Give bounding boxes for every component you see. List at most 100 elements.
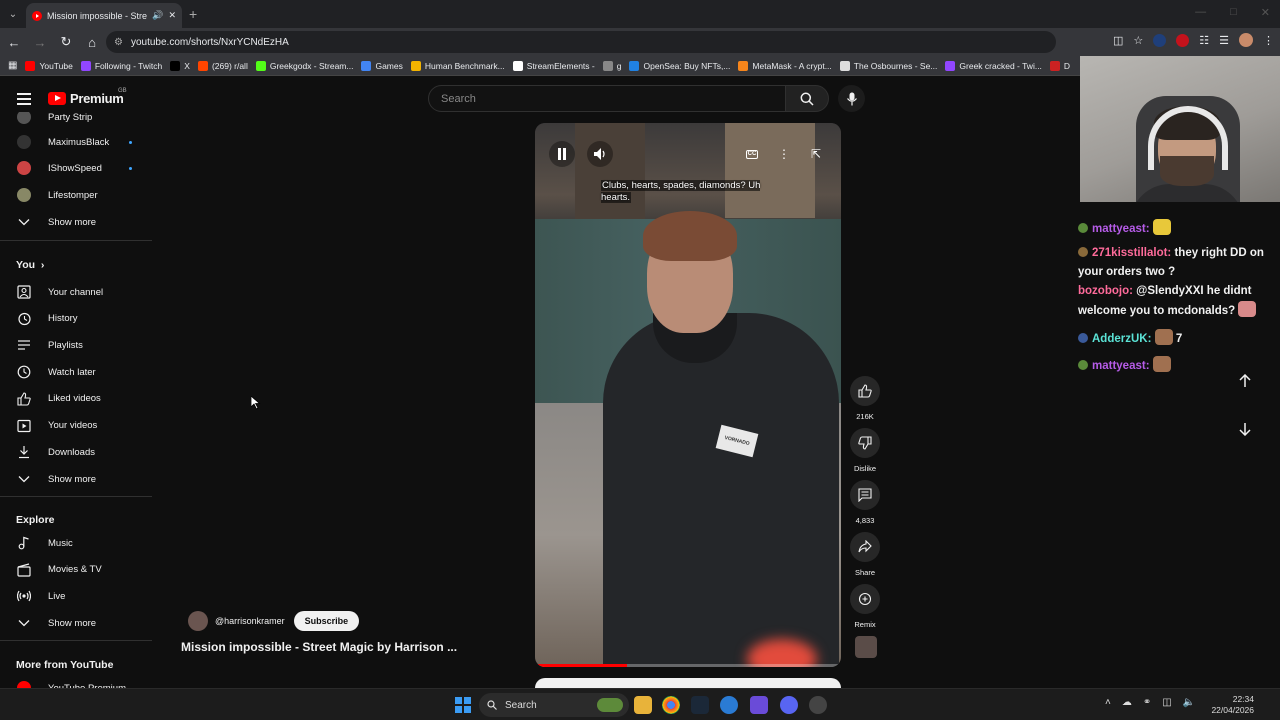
sidebar-subscription-item[interactable]: Lifestomper <box>0 182 152 208</box>
close-tab-icon[interactable]: ✕ <box>168 10 176 21</box>
bookmark-item[interactable]: OpenSea: Buy NFTs,... <box>629 60 730 71</box>
remix-button[interactable]: Remix <box>848 584 882 629</box>
taskbar-search[interactable]: Search <box>479 693 629 717</box>
extensions-puzzle-icon[interactable]: ☷ <box>1199 34 1209 47</box>
tab-search-chevron-icon[interactable]: ⌄ <box>0 0 26 28</box>
install-app-icon[interactable]: ◫ <box>1113 34 1123 47</box>
app-settings-icon[interactable] <box>809 696 827 714</box>
sidebar-subscription-item[interactable]: IShowSpeed <box>0 155 152 181</box>
reload-icon[interactable]: ↻ <box>54 30 78 54</box>
bookmark-item[interactable]: Greek cracked - Twi... <box>945 60 1042 71</box>
dislike-button[interactable]: Dislike <box>848 428 882 473</box>
guide-menu-icon[interactable] <box>17 93 31 105</box>
sidebar-item-label: MaximusBlack <box>48 136 110 148</box>
bookmark-item[interactable]: StreamElements - <box>512 60 595 71</box>
next-short-preview[interactable] <box>535 678 841 688</box>
network-icon[interactable]: ◫ <box>1162 697 1171 708</box>
sidebar-show-more[interactable]: Show more <box>0 209 152 235</box>
tray-volume-icon[interactable]: 🔈 <box>1183 697 1195 708</box>
channel-avatar[interactable] <box>188 611 208 631</box>
back-arrow-icon[interactable]: ← <box>2 30 26 54</box>
bookmark-item[interactable]: Following - Twitch <box>80 60 162 71</box>
profile-avatar[interactable] <box>1239 33 1253 47</box>
next-short-button[interactable] <box>1232 416 1258 442</box>
sidebar-item-downloads[interactable]: Downloads <box>0 439 152 465</box>
bookmark-item[interactable]: YouTube <box>25 60 73 71</box>
extension-bluetooth-icon[interactable] <box>1153 33 1167 47</box>
bookmark-star-icon[interactable]: ☆ <box>1133 34 1143 47</box>
chevron-right-icon: › <box>35 259 45 271</box>
home-icon[interactable]: ⌂ <box>80 30 104 54</box>
bookmark-item[interactable]: D <box>1049 60 1070 71</box>
bookmark-item[interactable]: g <box>602 60 621 71</box>
forward-arrow-icon[interactable]: → <box>28 30 52 54</box>
bookmark-label: Human Benchmark... <box>424 60 505 71</box>
address-bar[interactable]: ⚙ youtube.com/shorts/NxrYCNdEzHA <box>106 31 1056 53</box>
close-window-icon[interactable]: ✕ <box>1261 6 1270 19</box>
comments-button[interactable]: 4,833 <box>848 480 882 525</box>
bookmark-item[interactable]: Games <box>361 60 403 71</box>
bookmark-item[interactable]: X <box>170 60 190 71</box>
sidebar-subscription-item[interactable]: MaximusBlack <box>0 129 152 155</box>
sidebar-you-heading[interactable]: You › <box>16 259 44 271</box>
sidebar-item-youtube-premium[interactable]: YouTube Premium <box>0 675 152 688</box>
sidebar-item-playlists[interactable]: Playlists <box>0 332 152 358</box>
browser-menu-icon[interactable]: ⋮ <box>1263 34 1274 47</box>
pause-button[interactable] <box>549 141 575 167</box>
mute-button[interactable] <box>587 141 613 167</box>
speaker-icon[interactable]: 🔊 <box>152 10 163 21</box>
bookmark-item[interactable]: (269) r/all <box>197 60 248 71</box>
discord-icon[interactable] <box>780 696 798 714</box>
sidebar-item-your-channel[interactable]: Your channel <box>0 279 152 305</box>
youtube-premium-logo[interactable]: Premium GB <box>48 88 127 106</box>
bookmark-item[interactable]: Greekgodx - Stream... <box>255 60 353 71</box>
tray-chevron-up-icon[interactable]: ˄ <box>1105 697 1111 708</box>
app-c-icon[interactable] <box>720 696 738 714</box>
file-explorer-icon[interactable] <box>634 696 652 714</box>
bookmark-item[interactable]: MetaMask - A crypt... <box>738 60 832 71</box>
sidebar-item-liked-videos[interactable]: Liked videos <box>0 386 152 412</box>
previous-short-button[interactable] <box>1232 368 1258 394</box>
bookmark-item[interactable]: The Osbournes - Se... <box>839 60 937 71</box>
new-tab-plus-icon[interactable]: + <box>189 6 197 22</box>
fullscreen-icon[interactable]: ⇱ <box>805 141 827 167</box>
sidebar-item-movies-tv[interactable]: Movies & TV <box>0 557 152 583</box>
site-info-icon[interactable]: ⚙ <box>114 37 123 48</box>
sidebar-item-your-videos[interactable]: Your videos <box>0 413 152 439</box>
short-title[interactable]: Mission impossible - Street Magic by Har… <box>181 640 481 654</box>
search-button[interactable] <box>785 85 829 112</box>
like-button[interactable]: 216K <box>848 376 882 421</box>
onedrive-cloud-icon[interactable]: ☁ <box>1122 697 1132 708</box>
channel-thumbnail[interactable] <box>855 636 877 658</box>
sidebar-item-music[interactable]: Music <box>0 530 152 556</box>
sidebar-subscription-item[interactable]: Party Strip <box>0 112 152 130</box>
video-progress-bar[interactable] <box>535 664 841 667</box>
tray-mic-icon[interactable]: ⚭ <box>1143 697 1151 708</box>
sidebar-item-watch-later[interactable]: Watch later <box>0 359 152 385</box>
app-grid-icon[interactable] <box>750 696 768 714</box>
more-options-icon[interactable]: ⋮ <box>773 141 795 167</box>
steam-icon[interactable] <box>691 696 709 714</box>
captions-button[interactable]: CC <box>741 141 763 167</box>
browser-tab-active[interactable]: Mission impossible - Street 🔊 ✕ <box>26 3 182 28</box>
maximize-icon[interactable]: □ <box>1230 6 1237 19</box>
tab-list-icon[interactable]: ☰ <box>1219 34 1229 47</box>
shorts-video-player[interactable]: VORNADO CC ⋮ ⇱ Clubs, hearts, spades, di… <box>535 123 841 667</box>
channel-handle[interactable]: @harrisonkramer <box>215 616 285 626</box>
taskbar-clock[interactable]: 22:34 22/04/2026 <box>1208 694 1254 716</box>
toolbar-actions: ◫ ☆ ☷ ☰ ⋮ <box>1113 33 1274 47</box>
sidebar-show-more[interactable]: Show more <box>0 466 152 492</box>
search-input[interactable]: Search <box>428 85 786 112</box>
subscribe-button[interactable]: Subscribe <box>293 611 360 631</box>
sidebar-item-history[interactable]: History <box>0 306 152 332</box>
extension-record-icon[interactable] <box>1176 33 1190 47</box>
bookmark-item[interactable]: Human Benchmark... <box>410 60 505 71</box>
windows-start-icon[interactable] <box>455 697 471 713</box>
apps-grid-icon[interactable]: ▦ <box>8 60 17 71</box>
voice-search-button[interactable] <box>838 85 865 112</box>
chrome-icon[interactable] <box>662 696 680 714</box>
sidebar-item-live[interactable]: Live <box>0 583 152 609</box>
minimize-icon[interactable]: — <box>1195 6 1206 19</box>
sidebar-show-more[interactable]: Show more <box>0 610 152 636</box>
share-button[interactable]: Share <box>848 532 882 577</box>
